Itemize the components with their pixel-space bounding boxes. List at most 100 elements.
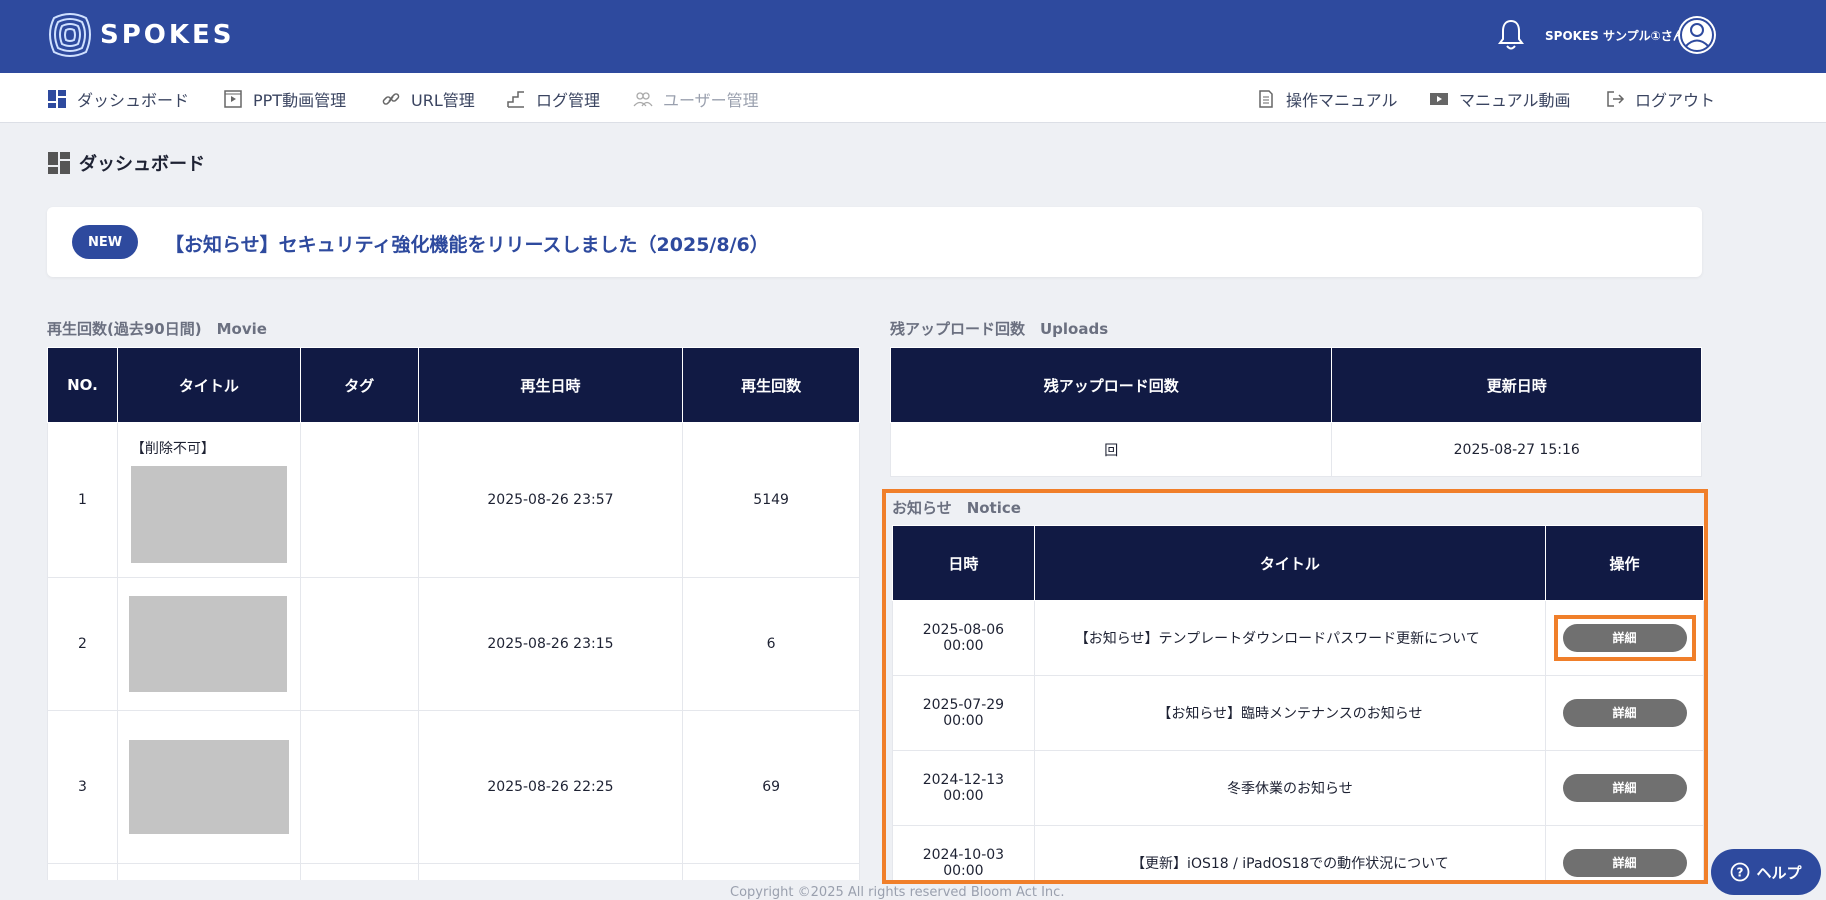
notice-action: 詳細: [1545, 825, 1704, 880]
page-title-text: ダッシュボード: [79, 154, 205, 175]
notice-section: お知らせ Notice 日時 タイトル 操作 2025-08-06 00:00 【…: [882, 489, 1708, 884]
row-date: 2025-08-26 22:25: [417, 710, 684, 864]
updated-value: 2025-08-27 15:16: [1331, 422, 1702, 477]
movie-table-wrap[interactable]: NO. タイトル タグ 再生日時 再生回数 1 【削除不可】 2025-08-2…: [47, 347, 860, 880]
nav-users-label: ユーザー管理: [663, 91, 759, 110]
film-icon: [1430, 93, 1448, 105]
movie-table: NO. タイトル タグ 再生日時 再生回数 1 【削除不可】 2025-08-2…: [47, 347, 860, 880]
notice-action: 詳細: [1545, 675, 1704, 751]
title-label: 【削除不可】: [130, 440, 215, 457]
nav-manual[interactable]: 操作マニュアル: [1256, 87, 1398, 111]
dashboard-icon: [48, 152, 70, 174]
main-nav: ダッシュボード PPT動画管理 URL管理 ログ管理 ユーザー管理 操作マニュア…: [0, 73, 1826, 123]
user-name[interactable]: SPOKES サンプル①さん: [1545, 27, 1685, 44]
row-no: 2: [47, 577, 118, 711]
help-icon: ?: [1731, 862, 1750, 882]
detail-button[interactable]: 詳細: [1562, 774, 1687, 802]
top-header: SPOKES SPOKES サンプル①さん: [0, 0, 1826, 73]
help-label: ヘルプ: [1756, 863, 1802, 882]
nav-manual-video-label: マニュアル動画: [1459, 91, 1571, 110]
notice-title[interactable]: 冬季休業のお知らせ: [1033, 750, 1547, 826]
col-remaining: 残アップロード回数: [889, 347, 1333, 423]
nav-dashboard[interactable]: ダッシュボード: [47, 87, 189, 111]
nav-manual-label: 操作マニュアル: [1286, 91, 1398, 110]
col-action: 操作: [1545, 525, 1704, 601]
col-updated: 更新日時: [1331, 347, 1702, 423]
notice-table: 日時 タイトル 操作 2025-08-06 00:00 【お知らせ】テンプレートダ…: [892, 525, 1704, 880]
uploads-table: 残アップロード回数 更新日時 回 2025-08-27 15:16: [889, 347, 1702, 477]
spokes-logo[interactable]: SPOKES: [46, 10, 235, 60]
table-row[interactable]: 2025-08-06 00:00 【お知らせ】テンプレートダウンロードパスワード更…: [892, 600, 1704, 676]
nav-log-label: ログ管理: [536, 91, 601, 110]
nav-users[interactable]: ユーザー管理: [633, 87, 759, 111]
video-thumbnail[interactable]: [128, 740, 289, 834]
row-date: 2025-08-26 23:57: [417, 422, 684, 578]
dashboard-icon: [48, 90, 66, 108]
announcement-text[interactable]: 【お知らせ】セキュリティ強化機能をリリースしました（2025/8/6）: [165, 230, 769, 257]
video-thumbnail[interactable]: [128, 596, 287, 692]
stairs-icon: [507, 91, 524, 108]
logout-icon: [1607, 91, 1625, 107]
row-count: 69: [682, 710, 860, 864]
table-row[interactable]: 2024-12-13 00:00 冬季休業のお知らせ 詳細: [892, 750, 1704, 826]
detail-button[interactable]: 詳細: [1562, 699, 1687, 727]
notice-title[interactable]: 【お知らせ】臨時メンテナンスのお知らせ: [1033, 675, 1547, 751]
notice-title[interactable]: 【更新】iOS18 / iPadOS18での動作状況について: [1033, 825, 1547, 880]
detail-highlight: 詳細: [1553, 615, 1696, 661]
row-count: 6: [682, 577, 860, 711]
users-icon: [633, 92, 653, 107]
remaining-value: 回: [889, 422, 1333, 477]
col-title: タイトル: [116, 347, 301, 423]
notice-action: 詳細: [1545, 750, 1704, 826]
bell-icon[interactable]: [1496, 18, 1526, 52]
row-title[interactable]: [116, 577, 301, 711]
table-row: [47, 863, 860, 880]
nav-url-label: URL管理: [411, 91, 475, 110]
notice-action: 詳細: [1545, 600, 1704, 676]
notice-date: 2024-10-03 00:00: [892, 825, 1035, 880]
row-date: 2025-08-26 23:15: [417, 577, 684, 711]
row-tag: [299, 710, 419, 864]
nav-log[interactable]: ログ管理: [506, 87, 600, 111]
table-row[interactable]: 1 【削除不可】 2025-08-26 23:57 5149: [47, 422, 860, 578]
document-icon: [1259, 90, 1273, 108]
nav-logout[interactable]: ログアウト: [1605, 87, 1715, 111]
notice-date: 2024-12-13 00:00: [892, 750, 1035, 826]
row-tag: [299, 422, 419, 578]
notice-date: 2025-07-29 00:00: [892, 675, 1035, 751]
nav-url[interactable]: URL管理: [381, 87, 475, 111]
logo-text: SPOKES: [100, 20, 235, 50]
detail-button[interactable]: 詳細: [1562, 849, 1687, 877]
row-title[interactable]: 【削除不可】: [116, 422, 301, 578]
row-count: 5149: [682, 422, 860, 578]
table-row: 回 2025-08-27 15:16: [889, 422, 1702, 477]
new-badge: NEW: [72, 225, 138, 259]
col-tag: タグ: [299, 347, 419, 423]
table-row[interactable]: 3 2025-08-26 22:25 69: [47, 710, 860, 864]
nav-manual-video[interactable]: マニュアル動画: [1429, 87, 1571, 111]
table-row[interactable]: 2024-10-03 00:00 【更新】iOS18 / iPadOS18での動作…: [892, 825, 1704, 880]
row-tag: [299, 577, 419, 711]
col-date: 日時: [892, 525, 1035, 601]
table-row[interactable]: 2 2025-08-26 23:15 6: [47, 577, 860, 711]
footer-copyright: Copyright ©2025 All rights reserved Bloo…: [730, 885, 1065, 900]
nav-ppt-video[interactable]: PPT動画管理: [223, 87, 346, 111]
notice-date: 2025-08-06 00:00: [892, 600, 1035, 676]
row-no: 3: [47, 710, 118, 864]
detail-button[interactable]: 詳細: [1562, 624, 1687, 652]
nav-dashboard-label: ダッシュボード: [77, 91, 190, 110]
svg-text:?: ?: [1737, 866, 1744, 880]
help-button[interactable]: ? ヘルプ: [1711, 849, 1821, 895]
row-no: 1: [47, 422, 118, 578]
col-play-count: 再生回数: [682, 347, 860, 423]
announcement-banner[interactable]: NEW 【お知らせ】セキュリティ強化機能をリリースしました（2025/8/6）: [47, 207, 1702, 277]
avatar-icon[interactable]: [1677, 15, 1717, 55]
nav-logout-label: ログアウト: [1635, 91, 1716, 110]
notice-title[interactable]: 【お知らせ】テンプレートダウンロードパスワード更新について: [1033, 600, 1547, 676]
link-icon: [382, 93, 400, 105]
video-thumbnail[interactable]: [130, 465, 287, 563]
row-title[interactable]: [116, 710, 301, 864]
nav-ppt-video-label: PPT動画管理: [253, 91, 347, 110]
notice-section-label: お知らせ Notice: [892, 499, 1021, 517]
table-row[interactable]: 2025-07-29 00:00 【お知らせ】臨時メンテナンスのお知らせ 詳細: [892, 675, 1704, 751]
